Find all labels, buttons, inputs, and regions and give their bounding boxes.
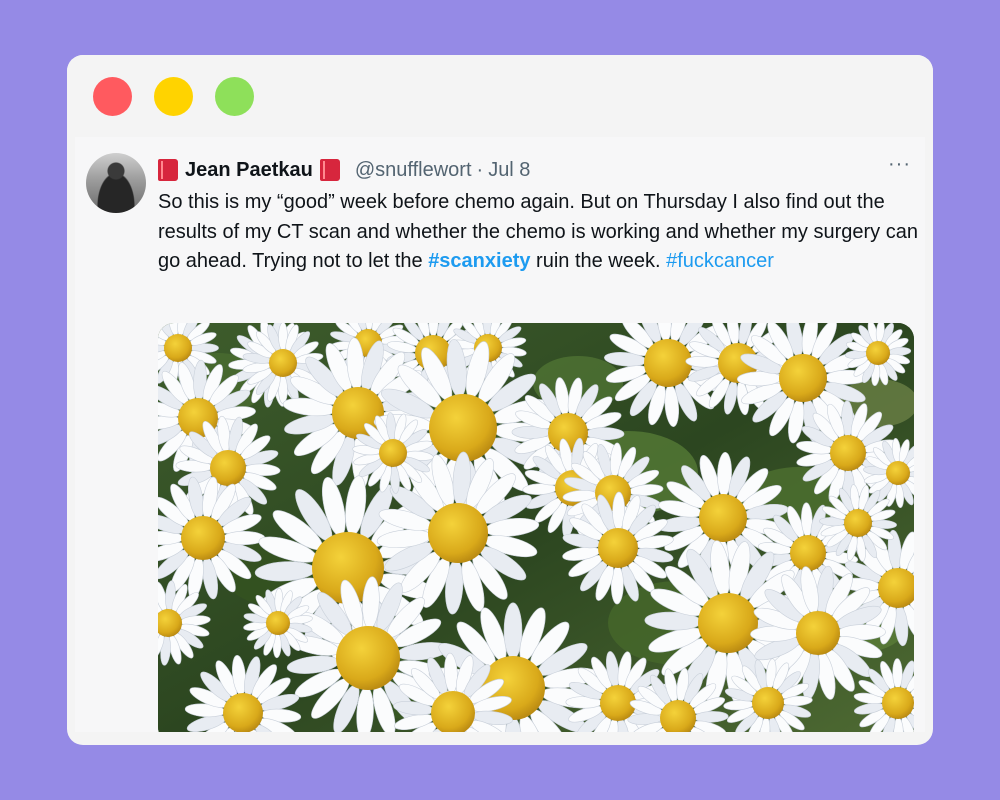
maximize-window-button[interactable]: [215, 77, 254, 116]
tweet-header: Jean Paetkau @snufflewort · Jul 8: [158, 157, 530, 183]
tweet-text: So this is my “good” week before chemo a…: [158, 188, 918, 277]
author-handle[interactable]: @snufflewort: [355, 159, 472, 182]
daisy-center: [866, 341, 890, 365]
red-book-icon: [320, 159, 340, 181]
daisy-center: [379, 439, 407, 467]
daisy-center: [886, 461, 910, 485]
daisy-center: [779, 354, 827, 402]
daisy-center: [266, 611, 290, 635]
daisy-center: [336, 626, 400, 690]
tweet-date[interactable]: Jul 8: [488, 159, 530, 182]
daisy-center: [796, 611, 840, 655]
daisy-center: [428, 503, 488, 563]
daisy-center: [882, 687, 914, 719]
daisy-center: [223, 693, 263, 732]
window-titlebar: [67, 55, 933, 137]
header-separator: ·: [477, 159, 484, 182]
daisy-center: [164, 334, 192, 362]
hashtag-link[interactable]: #scanxiety: [428, 250, 530, 272]
tweet-photo[interactable]: [158, 323, 914, 732]
more-options-button[interactable]: ···: [888, 153, 911, 176]
tweet-card[interactable]: Jean Paetkau @snufflewort · Jul 8 ··· So…: [75, 137, 925, 732]
daisy-center: [181, 516, 225, 560]
minimize-window-button[interactable]: [154, 77, 193, 116]
daisy-center: [699, 494, 747, 542]
daisy-center: [752, 687, 784, 719]
daisy-center: [790, 535, 826, 571]
daisy-center: [598, 528, 638, 568]
browser-window: Jean Paetkau @snufflewort · Jul 8 ··· So…: [67, 55, 933, 745]
daisy-center: [844, 509, 872, 537]
author-name[interactable]: Jean Paetkau: [185, 159, 313, 182]
daisy-center: [644, 339, 692, 387]
red-book-icon: [158, 159, 178, 181]
daisy-center: [269, 349, 297, 377]
author-avatar[interactable]: [86, 153, 146, 213]
hashtag-link[interactable]: #fuckcancer: [666, 250, 774, 272]
daisy-center: [830, 435, 866, 471]
close-window-button[interactable]: [93, 77, 132, 116]
daisy-center: [698, 593, 758, 653]
tweet-text-part: ruin the week.: [530, 250, 666, 272]
daisy-photo: [158, 323, 914, 732]
